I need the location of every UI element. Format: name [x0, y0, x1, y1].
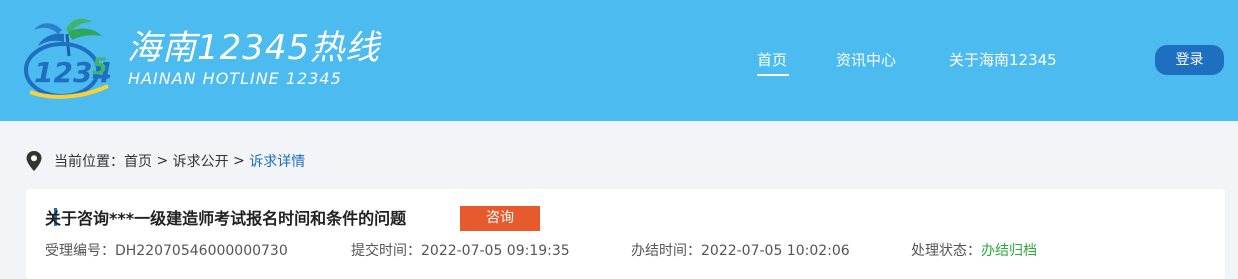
hainan-logo-icon[interactable]: 1234 5 — [22, 12, 114, 104]
site-header: 1234 5 海南12345热线 HAINAN HOTLINE 12345 首页… — [0, 0, 1238, 121]
meta-value: 2022-07-05 10:02:06 — [701, 243, 850, 259]
detail-title: 关于咨询***一级建造师考试报名时间和条件的问题 — [45, 209, 407, 228]
breadcrumb-separator: > — [152, 153, 173, 169]
breadcrumb-current: 诉求详情 — [249, 154, 306, 170]
nav-home[interactable]: 首页 — [757, 50, 787, 70]
breadcrumb-prefix: 当前位置： — [54, 154, 124, 170]
breadcrumb-section[interactable]: 诉求公开 — [173, 151, 229, 171]
svg-text:5: 5 — [92, 55, 107, 80]
meta-label: 受理编号： — [45, 243, 115, 259]
breadcrumb-separator: > — [228, 153, 250, 169]
meta-value: DH22070546000000730 — [115, 243, 288, 259]
meta-label: 提交时间： — [351, 243, 421, 259]
meta-submit-time: 提交时间：2022-07-05 09:19:35 — [351, 241, 570, 261]
breadcrumb: 当前位置： 首页 > 诉求公开 > 诉求详情 — [26, 150, 305, 172]
nav-about[interactable]: 关于海南12345 — [949, 50, 1057, 70]
meta-label: 处理状态： — [911, 243, 981, 259]
breadcrumb-home[interactable]: 首页 — [124, 151, 152, 171]
meta-label: 办结时间： — [631, 243, 701, 259]
site-title-en: HAINAN HOTLINE 12345 — [128, 69, 342, 88]
meta-case-number: 受理编号：DH22070546000000730 — [45, 241, 288, 261]
meta-status: 处理状态：办结归档 — [911, 241, 1037, 261]
meta-close-time: 办结时间：2022-07-05 10:02:06 — [631, 241, 850, 261]
location-pin-icon — [26, 151, 42, 171]
meta-value: 2022-07-05 09:19:35 — [421, 243, 570, 259]
nav-active-indicator — [757, 74, 789, 76]
nav-news-center[interactable]: 资讯中心 — [836, 50, 896, 70]
login-button[interactable]: 登录 — [1155, 45, 1224, 75]
detail-card — [26, 189, 1225, 279]
status-badge: 办结归档 — [981, 243, 1037, 259]
site-title-cn: 海南12345热线 — [127, 28, 381, 68]
category-badge: 咨询 — [460, 206, 540, 231]
